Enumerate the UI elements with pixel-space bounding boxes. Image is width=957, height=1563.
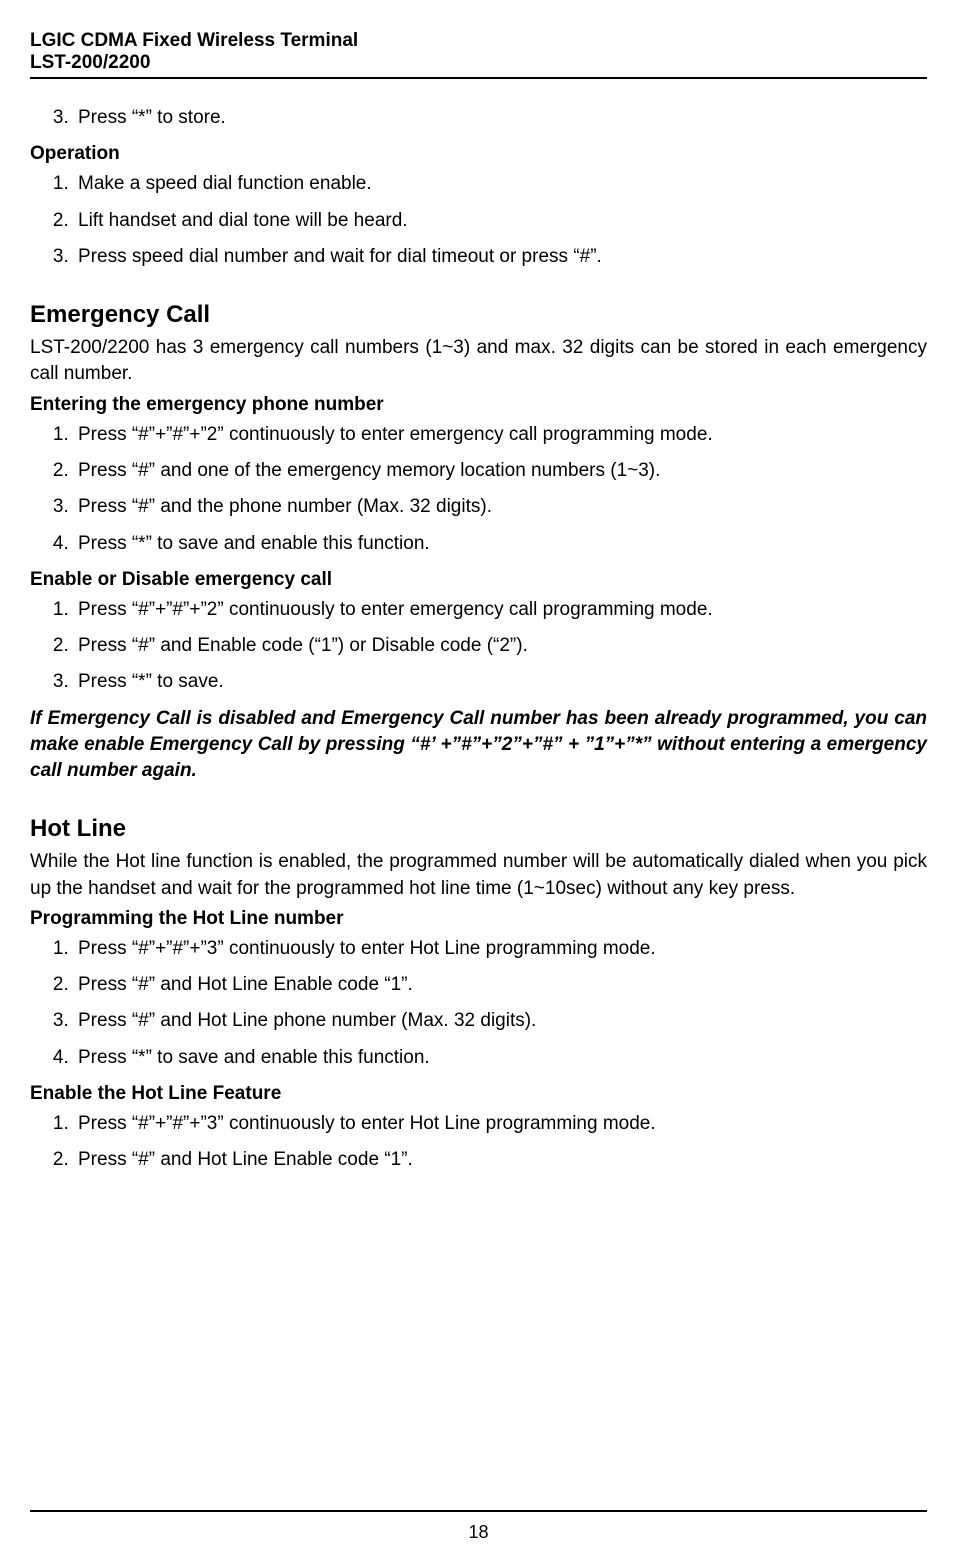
emergency-enter-list: Press “#”+”#”+”2” continuously to enter … [30,422,927,557]
page-header: LGIC CDMA Fixed Wireless Terminal LST-20… [30,30,927,79]
emergency-note: If Emergency Call is disabled and Emerge… [30,706,927,785]
list-item: Press “*” to save and enable this functi… [74,531,927,557]
subsection-heading: Enable or Disable emergency call [30,567,927,593]
list-item: Press “#” and Enable code (“1”) or Disab… [74,633,927,659]
emergency-enable-list: Press “#”+”#”+”2” continuously to enter … [30,597,927,696]
hotline-intro: While the Hot line function is enabled, … [30,849,927,901]
subsection-heading: Programming the Hot Line number [30,906,927,932]
page: LGIC CDMA Fixed Wireless Terminal LST-20… [0,0,957,1563]
list-item: Press “#” and Hot Line Enable code “1”. [74,972,927,998]
page-content: Press “*” to store. Operation Make a spe… [30,79,927,1470]
list-item: Press “#” and one of the emergency memor… [74,458,927,484]
list-item: Press “*” to save and enable this functi… [74,1045,927,1071]
section-heading-hotline: Hot Line [30,812,927,845]
hotline-enable-list: Press “#”+”#”+”3” continuously to enter … [30,1111,927,1173]
subsection-heading: Entering the emergency phone number [30,392,927,418]
section-heading-operation: Operation [30,141,927,167]
header-title: LGIC CDMA Fixed Wireless Terminal [30,30,927,52]
section-heading-emergency: Emergency Call [30,298,927,331]
subsection-heading: Enable the Hot Line Feature [30,1081,927,1107]
list-item: Press “*” to save. [74,669,927,695]
list-item: Make a speed dial function enable. [74,171,927,197]
operation-list: Make a speed dial function enable. Lift … [30,171,927,270]
list-item: Press “#”+”#”+”2” continuously to enter … [74,422,927,448]
list-item: Press “#”+”#”+”3” continuously to enter … [74,1111,927,1137]
header-subtitle: LST-200/2200 [30,52,927,79]
list-item: Press “#” and Hot Line Enable code “1”. [74,1147,927,1173]
emergency-intro: LST-200/2200 has 3 emergency call number… [30,335,927,387]
hotline-program-list: Press “#”+”#”+”3” continuously to enter … [30,936,927,1071]
list-item: Press “#” and the phone number (Max. 32 … [74,494,927,520]
list-item: Press “#”+”#”+”3” continuously to enter … [74,936,927,962]
list-item: Press “#”+”#”+”2” continuously to enter … [74,597,927,623]
page-footer: 18 [30,1510,927,1563]
list-item: Press “#” and Hot Line phone number (Max… [74,1008,927,1034]
continued-list: Press “*” to store. [30,105,927,131]
list-item: Press speed dial number and wait for dia… [74,244,927,270]
list-item: Press “*” to store. [74,105,927,131]
page-number: 18 [468,1522,488,1542]
list-item: Lift handset and dial tone will be heard… [74,208,927,234]
